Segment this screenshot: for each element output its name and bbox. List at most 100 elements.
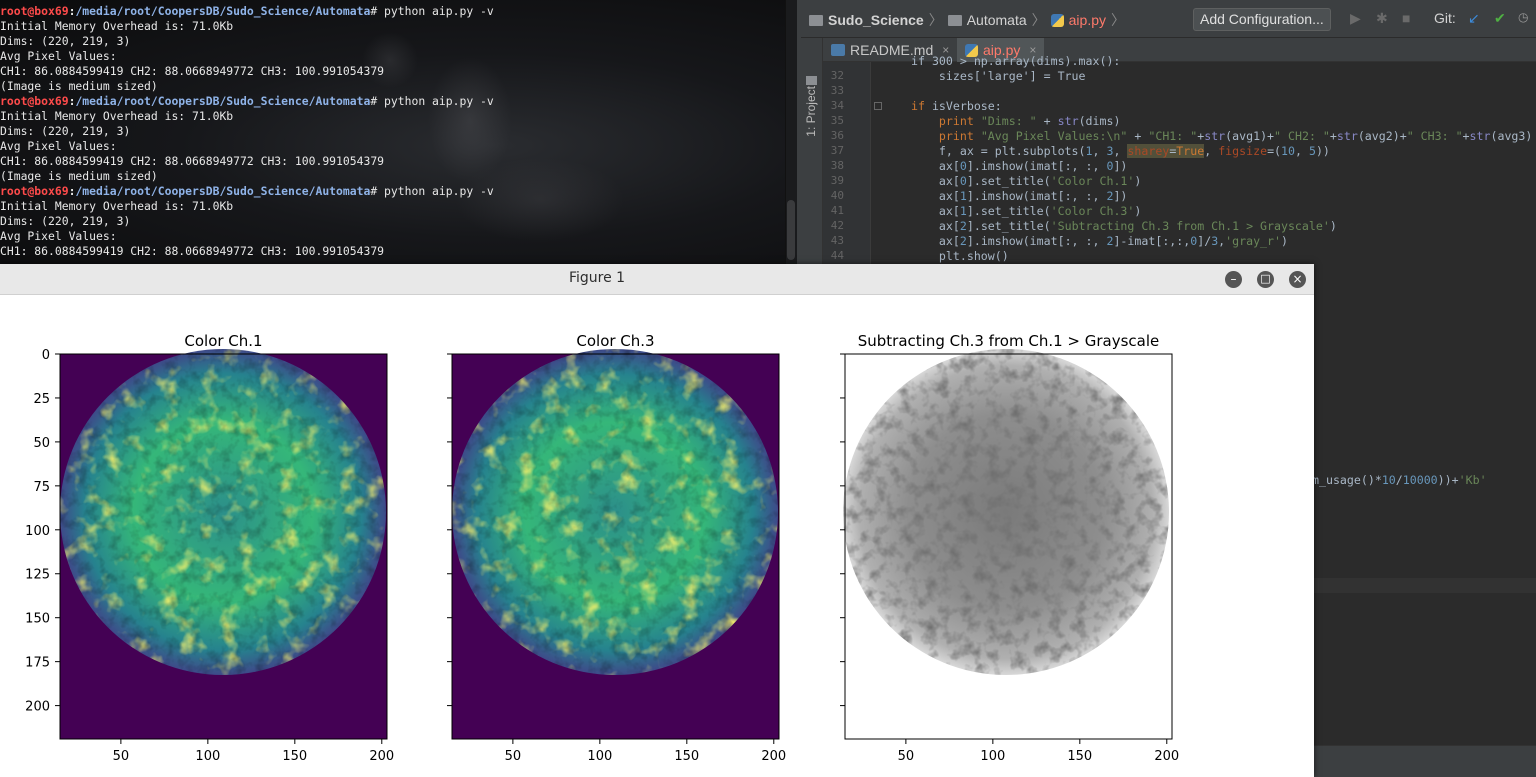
breadcrumb-project[interactable]: Sudo_Science bbox=[828, 12, 924, 28]
terminal-command: # python aip.py -v bbox=[370, 94, 494, 108]
subplot-3: Subtracting Ch.3 from Ch.1 > Grayscale 50… bbox=[840, 332, 1179, 764]
debug-icon[interactable]: ✱ bbox=[1376, 10, 1388, 27]
y-tick-label: 150 bbox=[25, 612, 50, 627]
prompt-path: /media/root/CoopersDB/Sudo_Science/Autom… bbox=[75, 94, 371, 108]
project-icon[interactable] bbox=[806, 76, 817, 85]
breadcrumb-folder[interactable]: Automata bbox=[967, 12, 1027, 28]
stop-icon[interactable]: ■ bbox=[1402, 10, 1410, 26]
prompt-path: /media/root/CoopersDB/Sudo_Science/Autom… bbox=[75, 184, 371, 198]
y-tick-label: 0 bbox=[42, 348, 50, 363]
x-tick-label: 100 bbox=[195, 749, 220, 764]
run-icon[interactable]: ▶ bbox=[1350, 10, 1361, 27]
x-tick-label: 50 bbox=[898, 749, 915, 764]
line-number: 39 bbox=[830, 174, 844, 187]
subplot-1: Color Ch.1 0 25 50 75 100 125 150 175 200 50 100 150… bbox=[25, 332, 394, 764]
figure-titlebar[interactable]: Figure 1 – □ × bbox=[0, 264, 1314, 295]
terminal-scrollbar[interactable] bbox=[785, 0, 797, 265]
y-tick-label: 125 bbox=[25, 568, 50, 583]
x-tick-label: 200 bbox=[1154, 749, 1179, 764]
line-number: 34 bbox=[830, 99, 844, 112]
line-number: 37 bbox=[830, 144, 844, 157]
code-line: if isVerbose: bbox=[911, 99, 1002, 113]
terminal-output-line: CH1: 86.0884599419 CH2: 88.0668949772 CH… bbox=[0, 64, 385, 78]
terminal-prompt-line: root@box69:/media/root/CoopersDB/Sudo_Sc… bbox=[0, 94, 494, 108]
code-line: ax[1].set_title('Color Ch.3') bbox=[911, 204, 1142, 218]
git-commit-icon[interactable]: ✔ bbox=[1494, 10, 1506, 27]
terminal-prompt-line: root@box69:/media/root/CoopersDB/Sudo_Sc… bbox=[0, 4, 494, 18]
terminal-output-line: (Image is medium sized) bbox=[0, 169, 158, 183]
terminal-output: root@box69:/media/root/CoopersDB/Sudo_Sc… bbox=[0, 4, 494, 259]
line-number: 38 bbox=[830, 159, 844, 172]
git-update-icon[interactable]: ↙ bbox=[1468, 10, 1480, 27]
subplot-title: Color Ch.3 bbox=[576, 332, 654, 350]
code-line: plt.show() bbox=[911, 249, 1009, 263]
prompt-user: root@box69 bbox=[0, 184, 69, 198]
add-configuration-button[interactable]: Add Configuration... bbox=[1193, 8, 1331, 31]
maximize-button[interactable]: □ bbox=[1257, 271, 1274, 288]
terminal-output-line: Initial Memory Overhead is: 71.0Kb bbox=[0, 19, 234, 33]
viridis-shadow-texture bbox=[452, 349, 778, 675]
terminal-output-line: Avg Pixel Values: bbox=[0, 49, 117, 63]
breadcrumb-separator-icon: 〉 bbox=[1031, 12, 1046, 28]
git-history-icon[interactable]: ◷ bbox=[1518, 10, 1528, 24]
figure-window[interactable]: Figure 1 – □ × Color Ch.1 0 25 50 75 100… bbox=[0, 264, 1314, 777]
terminal-output-line: Dims: (220, 219, 3) bbox=[0, 34, 131, 48]
terminal-command: # python aip.py -v bbox=[370, 4, 494, 18]
x-tick-label: 150 bbox=[1067, 749, 1092, 764]
close-button[interactable]: × bbox=[1289, 271, 1306, 288]
grayscale-texture bbox=[843, 349, 1169, 675]
line-number: 36 bbox=[830, 129, 844, 142]
line-number: 40 bbox=[830, 189, 844, 202]
viridis-shadow-texture bbox=[60, 349, 386, 675]
terminal-output-line: Initial Memory Overhead is: 71.0Kb bbox=[0, 199, 234, 213]
x-tick-label: 100 bbox=[980, 749, 1005, 764]
prompt-path: /media/root/CoopersDB/Sudo_Science/Autom… bbox=[75, 4, 371, 18]
markdown-file-icon bbox=[831, 44, 845, 56]
terminal-window[interactable]: root@box69:/media/root/CoopersDB/Sudo_Sc… bbox=[0, 0, 797, 265]
x-tick-label: 50 bbox=[113, 749, 130, 764]
y-tick-label: 25 bbox=[33, 392, 50, 407]
subplot-title: Color Ch.1 bbox=[184, 332, 262, 350]
breadcrumb-file[interactable]: aip.py bbox=[1069, 12, 1106, 28]
breadcrumb: Sudo_Science 〉 Automata 〉 aip.py 〉 bbox=[809, 10, 1125, 30]
figure-window-title: Figure 1 bbox=[568, 270, 626, 286]
y-tick-label: 175 bbox=[25, 656, 50, 671]
line-number: 43 bbox=[830, 234, 844, 247]
terminal-output-line: CH1: 86.0884599419 CH2: 88.0668949772 CH… bbox=[0, 154, 385, 168]
terminal-scroll-thumb[interactable] bbox=[787, 200, 795, 260]
terminal-output-line: CH1: 86.0884599419 CH2: 88.0668949772 CH… bbox=[0, 244, 385, 258]
code-line: ax[2].set_title('Subtracting Ch.3 from C… bbox=[911, 219, 1337, 233]
figure-canvas: Color Ch.1 0 25 50 75 100 125 150 175 200 50 100 150… bbox=[25, 332, 1179, 764]
folder-icon bbox=[809, 14, 823, 26]
x-tick-label: 200 bbox=[369, 749, 394, 764]
y-tick-label: 200 bbox=[25, 700, 50, 715]
ide-navigation-bar: Sudo_Science 〉 Automata 〉 aip.py 〉 Add C… bbox=[801, 0, 1536, 38]
y-tick-label: 50 bbox=[33, 436, 50, 451]
breadcrumb-separator-icon: 〉 bbox=[1111, 12, 1125, 28]
terminal-output-line: Initial Memory Overhead is: 71.0Kb bbox=[0, 109, 234, 123]
project-tool-button[interactable]: 1: Project bbox=[804, 86, 818, 137]
minimize-button[interactable]: – bbox=[1225, 271, 1242, 288]
line-number: 41 bbox=[830, 204, 844, 217]
x-tick-label: 150 bbox=[674, 749, 699, 764]
subplot-2: Color Ch.3 50 100 150 200 bbox=[447, 332, 786, 764]
line-number: 42 bbox=[830, 219, 844, 232]
code-line: ax[0].imshow(imat[:, :, 0]) bbox=[911, 159, 1128, 173]
code-line: m_usage()*10/10000))+'Kb' bbox=[1312, 473, 1487, 487]
terminal-output-line: (Image is medium sized) bbox=[0, 79, 158, 93]
subplot-title: Subtracting Ch.3 from Ch.1 > Grayscale bbox=[858, 332, 1160, 350]
subplot-panels: Color Ch.1 0 25 50 75 100 125 150 175 200 50 100 150… bbox=[25, 332, 1179, 764]
prompt-user: root@box69 bbox=[0, 94, 69, 108]
code-line: ax[1].imshow(imat[:, :, 2]) bbox=[911, 189, 1128, 203]
folder-icon bbox=[947, 14, 962, 26]
code-line: print "Dims: " + str(dims) bbox=[938, 114, 1121, 128]
terminal-output-line: Dims: (220, 219, 3) bbox=[0, 214, 131, 228]
terminal-output-line: Avg Pixel Values: bbox=[0, 139, 117, 153]
terminal-prompt-line: root@box69:/media/root/CoopersDB/Sudo_Sc… bbox=[0, 184, 494, 198]
terminal-output-line: Dims: (220, 219, 3) bbox=[0, 124, 131, 138]
prompt-user: root@box69 bbox=[0, 4, 69, 18]
x-tick-label: 200 bbox=[761, 749, 786, 764]
line-number: 35 bbox=[830, 114, 844, 127]
code-line: ax[2].imshow(imat[:, :, 2]-imat[:,:,0]/3… bbox=[911, 234, 1288, 248]
terminal-command: # python aip.py -v bbox=[370, 184, 494, 198]
